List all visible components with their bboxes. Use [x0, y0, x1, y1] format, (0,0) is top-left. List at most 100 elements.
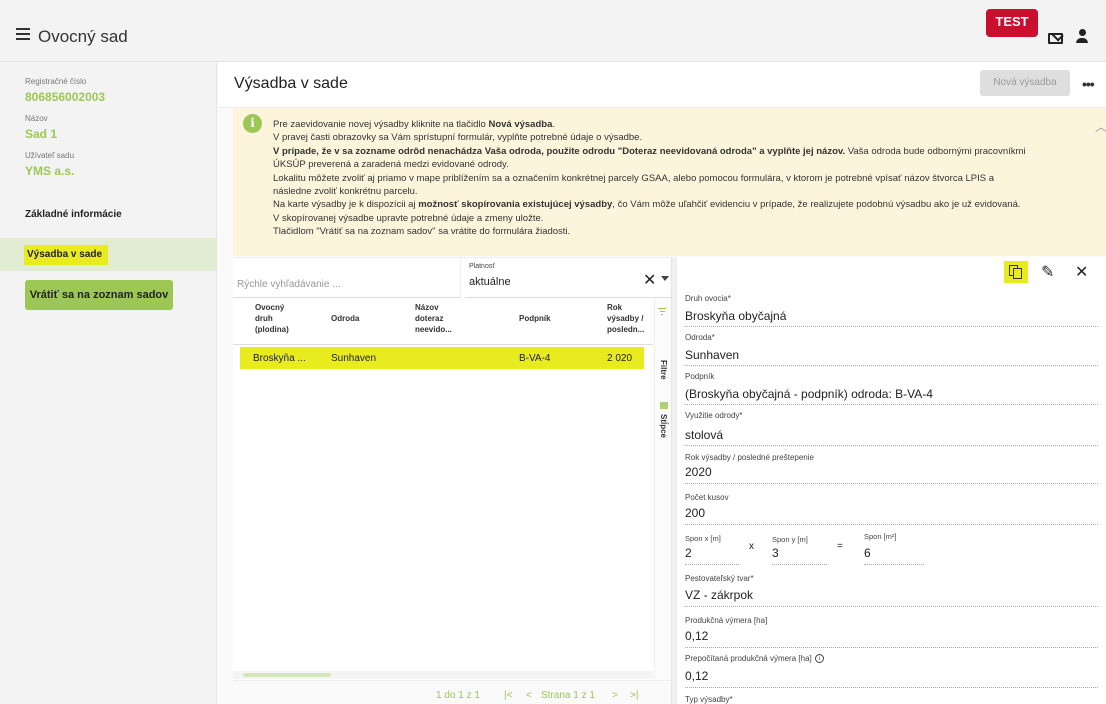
- filters-tab[interactable]: Filtre: [659, 360, 668, 380]
- validity-value: aktuálne: [469, 276, 511, 288]
- cell-podpnik: B-VA-4: [519, 353, 551, 364]
- recalculated-area-label: Prepočítaná produkčná výmera [ha] i: [685, 654, 824, 664]
- first-page-button[interactable]: |<: [504, 690, 512, 701]
- column-header-podpnik[interactable]: Podpník: [519, 313, 551, 324]
- info-line: Vaša odroda bude odbornými pracovníkmi: [845, 145, 1026, 157]
- columns-tab[interactable]: Stĺpce: [659, 414, 668, 438]
- field-underline: [685, 326, 1098, 327]
- user-label: Užívateľ sadu: [25, 151, 75, 160]
- spacing-x-field[interactable]: 2: [685, 546, 692, 560]
- validity-label: Platnosť: [469, 263, 495, 270]
- new-planting-button[interactable]: Nová výsadba: [980, 70, 1070, 96]
- info-icon: i: [243, 114, 262, 133]
- grid-panel: Platnosť aktuálne ✕ Ovocnýdruh(plodina) …: [233, 257, 673, 704]
- close-icon[interactable]: ✕: [1075, 262, 1088, 282]
- info-line: .: [552, 119, 555, 130]
- header-line: druh: [255, 314, 273, 323]
- header-line: neevido...: [415, 325, 452, 334]
- header-line: (plodina): [255, 325, 289, 334]
- side-tool-panel: Filtre Stĺpce: [654, 298, 670, 704]
- info-line: Lokalitu môžete zvoliť aj priamo v mape …: [273, 172, 995, 184]
- header-divider: [233, 344, 653, 345]
- count-field[interactable]: 200: [685, 506, 705, 520]
- recalculated-area-field: 0,12: [685, 669, 709, 683]
- next-page-button[interactable]: >: [612, 690, 618, 701]
- field-underline: [685, 687, 1098, 688]
- validity-select[interactable]: Platnosť aktuálne ✕: [465, 258, 673, 298]
- column-header-rok[interactable]: Rok výsadby / posledn...: [607, 302, 644, 335]
- sidebar-item-planting[interactable]: Výsadba v sade: [0, 238, 217, 271]
- equals-sign: =: [837, 541, 843, 552]
- prev-page-button[interactable]: <: [526, 690, 532, 701]
- columns-icon: [660, 402, 668, 409]
- sidebar-item-planting-label: Výsadba v sade: [24, 245, 109, 265]
- more-icon[interactable]: •••: [1082, 76, 1095, 92]
- field-underline: [864, 564, 924, 565]
- pager-range: 1 do 1 z 1: [436, 690, 480, 701]
- env-badge: TEST: [986, 9, 1038, 37]
- info-line: , čo Vám môže uľahčiť evidenciu v prípad…: [612, 199, 1021, 211]
- production-area-field[interactable]: 0,12: [685, 629, 708, 643]
- column-header-odroda[interactable]: Odroda: [331, 313, 359, 324]
- info-bold: V prípade, že v sa zozname odrôd nenachá…: [273, 145, 846, 157]
- collapse-icon[interactable]: ︿: [1095, 118, 1106, 135]
- spacing-area-label: Spon [m²]: [864, 532, 897, 541]
- info-icon[interactable]: i: [814, 654, 824, 664]
- year-field[interactable]: 2020: [685, 465, 712, 479]
- spacing-x-label: Spon x [m]: [685, 534, 721, 543]
- info-line: Na karte výsadby je k dispozícii aj: [273, 199, 419, 211]
- info-bold: možnosť skopírovania existujúcej výsadby: [418, 199, 613, 211]
- user-value: YMS a.s.: [25, 164, 75, 178]
- rootstock-field[interactable]: (Broskyňa obyčajná - podpník) odroda: B-…: [685, 387, 933, 401]
- info-line: ÚKSÚP preverená a zaradená medzi evidova…: [273, 159, 509, 171]
- column-header-druh[interactable]: Ovocný druh (plodina): [255, 302, 289, 335]
- column-header-nazov[interactable]: Názov doteraz neevido...: [415, 302, 452, 335]
- table-row[interactable]: Broskyňa ... Sunhaven B-VA-4 2 020: [233, 346, 653, 372]
- fruit-type-field[interactable]: Broskyňa obyčajná: [685, 309, 786, 323]
- info-line: Pre zaevidovanie novej výsadby kliknite …: [273, 119, 489, 130]
- chevron-down-icon[interactable]: [661, 276, 669, 281]
- copy-icon[interactable]: [1004, 261, 1028, 283]
- info-line: následne zvoliť konkrétnu parcelu.: [273, 186, 418, 198]
- header-line: výsadby /: [607, 314, 644, 323]
- reg-value: 806856002003: [25, 90, 106, 104]
- header-line: Názov: [415, 303, 439, 312]
- menu-icon[interactable]: [16, 28, 30, 40]
- field-underline: [685, 524, 1098, 525]
- planting-type-label: Typ výsadby*: [685, 695, 733, 704]
- sidebar-item-basic-info[interactable]: Základné informácie: [25, 209, 122, 220]
- name-value: Sad 1: [25, 127, 58, 141]
- variety-field[interactable]: Sunhaven: [685, 348, 739, 362]
- spacing-y-field[interactable]: 3: [772, 546, 779, 560]
- last-page-button[interactable]: >|: [630, 690, 638, 701]
- training-form-field[interactable]: VZ - zákrpok: [685, 588, 753, 602]
- spacing-y-label: Spon y [m]: [772, 535, 808, 544]
- year-label: Rok výsadby / posledné preštepenie: [685, 453, 814, 462]
- pagination: 1 do 1 z 1 |< < Strana 1 z 1 > >|: [233, 680, 670, 704]
- info-line: V pravej časti obrazovky sa Vám sprístup…: [273, 132, 643, 144]
- cell-druh: Broskyňa ...: [253, 353, 306, 364]
- user-icon[interactable]: [1075, 29, 1089, 45]
- back-to-orchards-button[interactable]: Vrátiť sa na zoznam sadov: [25, 280, 173, 310]
- reg-label: Registračné číslo: [25, 77, 87, 86]
- header-line: posledn...: [607, 325, 645, 334]
- training-form-label: Pestovateľský tvar*: [685, 574, 754, 583]
- clear-icon[interactable]: ✕: [643, 270, 656, 290]
- info-bold: Nová výsadba: [488, 119, 553, 130]
- app-title: Ovocný sad: [38, 27, 128, 46]
- usage-field[interactable]: stolová: [685, 428, 723, 442]
- name-label: Názov: [25, 114, 48, 123]
- mail-icon[interactable]: [1048, 33, 1063, 44]
- horizontal-scrollbar[interactable]: [233, 671, 653, 679]
- fruit-type-label: Druh ovocia*: [685, 294, 731, 303]
- edit-icon[interactable]: ✎: [1041, 262, 1054, 282]
- variety-label: Odroda*: [685, 333, 715, 342]
- field-underline: [772, 564, 827, 565]
- quick-search-input[interactable]: [233, 258, 461, 298]
- info-line: Tlačidlom "Vrátiť sa na zoznam sadov" sa…: [273, 226, 571, 238]
- count-label: Počet kusov: [685, 493, 729, 502]
- sidebar: Registračné číslo 806856002003 Názov Sad…: [0, 62, 217, 704]
- multiply-sign: x: [749, 541, 754, 552]
- filter-icon: [658, 308, 666, 315]
- header-line: Ovocný: [255, 303, 285, 312]
